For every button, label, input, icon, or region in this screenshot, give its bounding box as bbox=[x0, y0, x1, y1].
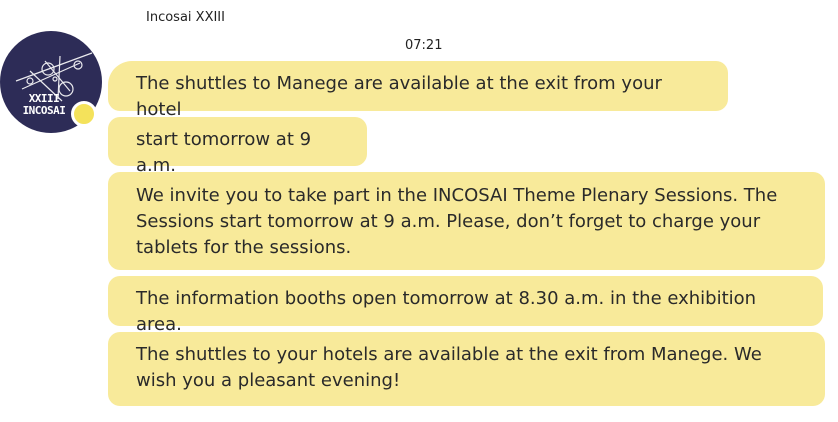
avatar-text: XXIII INCOSAI bbox=[14, 93, 74, 117]
message-timestamp: 07:21 bbox=[405, 38, 443, 53]
message-bubble[interactable]: The shuttles to your hotels are availabl… bbox=[108, 332, 825, 406]
message-bubble[interactable]: start tomorrow at 9 a.m. bbox=[108, 117, 367, 176]
online-status-dot bbox=[71, 101, 97, 127]
chat-thread: Incosai XXIII 07:21 XXIII INCOSAI The sh… bbox=[0, 0, 838, 422]
message-bubble[interactable]: The information booths open tomorrow at … bbox=[108, 276, 823, 335]
message-bubble[interactable]: The shuttles to Manege are available at … bbox=[108, 61, 728, 120]
message-bubble[interactable]: We invite you to take part in the INCOSA… bbox=[108, 172, 825, 270]
avatar-line-2: INCOSAI bbox=[22, 104, 66, 117]
sender-name[interactable]: Incosai XXIII bbox=[146, 10, 225, 25]
